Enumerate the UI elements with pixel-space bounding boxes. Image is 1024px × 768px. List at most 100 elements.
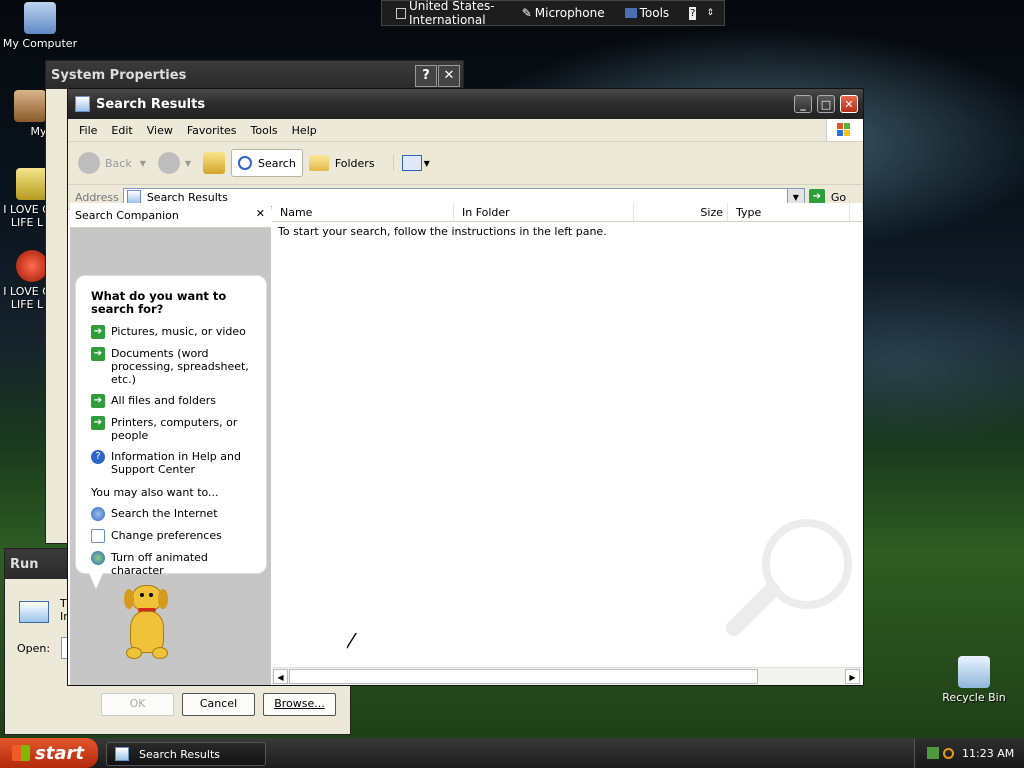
menu-file[interactable]: File — [68, 124, 104, 137]
tools-icon — [624, 8, 637, 18]
column-in-folder[interactable]: In Folder — [454, 203, 634, 222]
option-search-internet[interactable]: Search the Internet — [91, 507, 254, 521]
dialog-title: Run — [10, 556, 39, 572]
help-icon: ? — [91, 450, 105, 464]
maximize-button[interactable]: □ — [817, 95, 835, 113]
views-button[interactable]: ▼ — [392, 155, 430, 171]
forward-button[interactable]: ▼ — [157, 152, 192, 174]
internet-search-icon — [91, 507, 105, 521]
certificate-icon — [16, 168, 48, 200]
chevron-down-icon: ▼ — [139, 158, 146, 168]
scroll-right-button[interactable]: ▶ — [845, 669, 860, 684]
results-pane: Name In Folder Size Type To start your s… — [272, 203, 862, 685]
run-icon — [19, 601, 49, 623]
close-button[interactable]: ✕ — [438, 65, 460, 87]
preferences-icon — [91, 529, 105, 543]
green-arrow-icon: ➔ — [91, 416, 105, 430]
magnifier-handle — [722, 578, 784, 640]
column-size[interactable]: Size — [634, 203, 728, 222]
chevron-down-icon: ▼ — [423, 158, 430, 168]
option-all-files[interactable]: ➔ All files and folders — [91, 394, 254, 408]
help-button[interactable]: ? — [689, 6, 697, 20]
forward-arrow-icon — [157, 152, 180, 174]
desktop-icon-my-computer[interactable]: My Computer — [0, 2, 80, 50]
folder-search-icon — [75, 96, 90, 112]
mouse-cursor-icon — [345, 632, 356, 648]
desktop-icon-label: Recycle Bin — [942, 691, 1006, 704]
language-bar: United States-International ✎ Microphone… — [381, 0, 725, 27]
title-bar[interactable]: Search Results _ □ ✕ — [68, 89, 863, 119]
clock[interactable]: 11:23 AM — [962, 747, 1014, 760]
toolbar: Back ▼ ▼ Search Folders ▼ — [68, 142, 863, 185]
instructions-message: To start your search, follow the instruc… — [278, 225, 607, 238]
option-printers[interactable]: ➔ Printers, computers, or people — [91, 416, 254, 442]
back-button[interactable]: Back ▼ — [78, 152, 146, 174]
option-help-center[interactable]: ? Information in Help and Support Center — [91, 450, 254, 476]
start-button[interactable]: start — [0, 738, 98, 768]
taskbar-item-search-results[interactable]: Search Results — [106, 742, 266, 766]
keyboard-icon — [396, 7, 406, 19]
menu-edit[interactable]: Edit — [104, 124, 139, 137]
desktop-icon-recycle-bin[interactable]: Recycle Bin — [934, 656, 1014, 704]
address-label: Address — [75, 190, 119, 204]
menu-tools[interactable]: Tools — [244, 124, 285, 137]
minimize-button[interactable]: _ — [794, 95, 812, 113]
menu-favorites[interactable]: Favorites — [180, 124, 244, 137]
system-tray: 11:23 AM — [914, 738, 1024, 768]
search-results-window: Search Results _ □ ✕ File Edit View Favo… — [67, 88, 864, 686]
search-dog-character[interactable] — [118, 585, 174, 663]
folder-icon — [308, 155, 329, 171]
microphone-icon: ✎ — [521, 6, 532, 20]
option-change-preferences[interactable]: Change preferences — [91, 529, 254, 543]
computer-icon — [24, 2, 56, 34]
search-options-bubble: What do you want to search for? ➔ Picture… — [75, 275, 267, 577]
green-arrow-icon: ➔ — [91, 347, 105, 361]
search-tray-icon[interactable] — [943, 747, 954, 759]
search-icon — [238, 156, 253, 170]
companion-title: Search Companion — [75, 208, 179, 222]
horizontal-scrollbar[interactable]: ◀ ▶ — [272, 667, 862, 685]
scroll-thumb[interactable] — [289, 669, 758, 684]
close-button[interactable]: ✕ — [840, 95, 858, 113]
up-folder-button[interactable] — [203, 152, 226, 174]
tools-button[interactable]: Tools — [624, 6, 680, 20]
menu-help[interactable]: Help — [285, 124, 324, 137]
column-date[interactable] — [850, 203, 862, 222]
globe-icon — [91, 551, 105, 565]
search-results-icon — [115, 747, 129, 761]
folders-button[interactable]: Folders — [308, 155, 375, 171]
browse-button[interactable]: Browse... — [263, 693, 336, 716]
recycle-bin-icon — [958, 656, 990, 688]
cancel-button[interactable]: Cancel — [182, 693, 255, 716]
option-documents[interactable]: ➔ Documents (word processing, spreadsheet… — [91, 347, 254, 386]
language-selector[interactable]: United States-International — [396, 0, 512, 27]
option-pictures[interactable]: ➔ Pictures, music, or video — [91, 325, 254, 339]
up-folder-icon — [203, 152, 226, 174]
column-name[interactable]: Name — [272, 203, 454, 222]
menu-view[interactable]: View — [140, 124, 180, 137]
desktop-icon-label: My Computer — [2, 37, 78, 50]
open-label: Open: — [17, 642, 51, 655]
close-icon[interactable]: ✕ — [256, 207, 265, 220]
search-results-icon — [126, 190, 141, 204]
windows-flag-icon — [12, 745, 30, 761]
people-icon — [14, 90, 46, 122]
network-icon[interactable] — [927, 747, 939, 759]
ok-button[interactable]: OK — [101, 693, 174, 716]
views-icon — [401, 155, 422, 171]
search-companion-pane: Search Companion ✕ What do you want to s… — [70, 203, 271, 685]
search-button[interactable]: Search — [231, 149, 303, 177]
column-type[interactable]: Type — [728, 203, 850, 222]
also-label: You may also want to... — [91, 486, 219, 499]
microphone-button[interactable]: ✎ Microphone — [522, 6, 615, 20]
window-title: Search Results — [96, 96, 206, 112]
run-description: T — [60, 597, 67, 610]
help-button[interactable]: ? — [415, 65, 437, 87]
options-chevron-icon[interactable]: ⇕ — [706, 8, 714, 18]
scroll-left-button[interactable]: ◀ — [273, 669, 288, 684]
companion-header: Search Companion ✕ — [70, 203, 271, 228]
chevron-down-icon: ▼ — [184, 158, 192, 168]
shortcut-icon — [16, 250, 48, 282]
window-title: System Properties — [51, 67, 187, 83]
option-turn-off-character[interactable]: Turn off animated character — [91, 551, 254, 577]
